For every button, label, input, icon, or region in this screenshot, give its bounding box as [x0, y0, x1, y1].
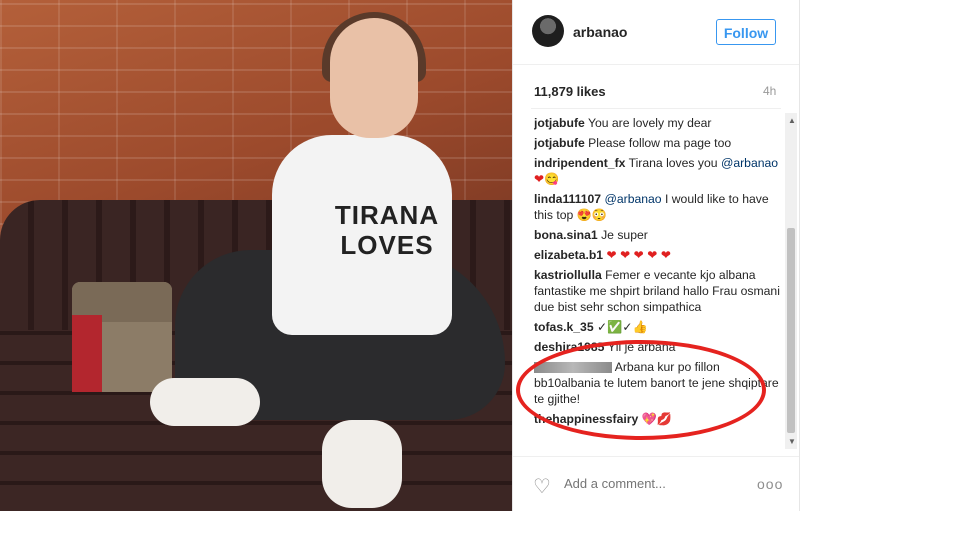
comment-user[interactable]: linda111107 — [534, 192, 601, 206]
comment-text: Je super — [601, 228, 648, 242]
divider — [531, 108, 781, 109]
more-options-icon[interactable]: ooo — [757, 476, 783, 492]
comment-user[interactable]: bona.sina1 — [534, 228, 598, 242]
add-comment-input[interactable] — [562, 475, 756, 492]
comment-text: You are lovely my dear — [587, 116, 712, 130]
list-item: tofas.k_35 ✓✅✓👍 — [534, 319, 784, 335]
comment-mention[interactable]: @arbanao — [721, 156, 778, 170]
follow-button[interactable]: Follow — [716, 19, 776, 45]
comment-user[interactable]: indripendent_fx — [534, 156, 625, 170]
list-item: elizabeta.b1 ❤ ❤ ❤ ❤ ❤ — [534, 247, 784, 263]
right-sneaker — [322, 420, 402, 508]
comment-text: Please follow ma page too — [588, 136, 732, 150]
post-time: 4h — [763, 84, 777, 98]
list-item: bona.sina1 Je super — [534, 227, 784, 243]
scroll-up-icon[interactable]: ▲ — [788, 116, 796, 125]
comments-list: jotjabufe You are lovely my dear jotjabu… — [534, 115, 784, 445]
comment-user[interactable]: jotjabufe — [534, 136, 585, 150]
heart-outline-icon[interactable]: ♡ — [533, 474, 551, 499]
list-item: deshira1985 Yll je arbana — [534, 339, 784, 355]
comment-text: Tirana loves you — [628, 156, 718, 170]
post-side-panel: arbanao Follow 11,879 likes 4h jotjabufe… — [512, 0, 800, 511]
comment-user[interactable]: deshira1985 — [534, 340, 604, 354]
redacted-username — [534, 362, 612, 374]
left-sneaker — [150, 378, 260, 426]
username[interactable]: arbanao — [573, 24, 627, 40]
shirt-print-line-2: LOVES — [340, 230, 434, 260]
post-header: arbanao Follow — [513, 0, 799, 65]
likes-count[interactable]: 11,879 likes — [534, 84, 606, 99]
list-item: jotjabufe Please follow ma page too — [534, 135, 784, 151]
comment-user[interactable]: thehappinessfairy — [534, 412, 638, 426]
comment-user[interactable]: elizabeta.b1 — [534, 248, 603, 262]
list-item: thehappinessfairy 💖💋 — [534, 411, 784, 427]
comment-footer: ♡ ooo — [513, 456, 799, 511]
scrollbar-thumb[interactable] — [787, 228, 795, 433]
comment-emoji: ❤😋 — [534, 172, 560, 186]
scroll-down-icon[interactable]: ▼ — [788, 437, 796, 446]
comment-emoji: 😍😳 — [576, 208, 608, 222]
list-item: Arbana kur po fillon bb10albania te lute… — [534, 359, 784, 407]
comment-emoji: ✓✅✓👍 — [597, 320, 648, 334]
post-photo[interactable]: TIRANA LOVES — [0, 0, 512, 511]
comment-user[interactable]: kastriollulla — [534, 268, 602, 282]
shirt-print-line-1: TIRANA — [334, 200, 440, 230]
list-item: linda111107 @arbanao I would like to hav… — [534, 191, 784, 223]
list-item: kastriollulla Femer e vecante kjo albana… — [534, 267, 784, 315]
shirt-print: TIRANA LOVES — [322, 200, 452, 260]
comment-mention[interactable]: @arbanao — [604, 192, 661, 206]
comment-emoji: 💖💋 — [641, 412, 673, 426]
list-item: jotjabufe You are lovely my dear — [534, 115, 784, 131]
comment-emoji: ❤ ❤ ❤ ❤ ❤ — [606, 248, 672, 262]
person-head — [330, 18, 418, 138]
list-item: indripendent_fx Tirana loves you @arbana… — [534, 155, 784, 187]
comment-text: Yll je arbana — [607, 340, 676, 354]
handbag-stripe — [72, 315, 102, 392]
comment-user[interactable]: tofas.k_35 — [534, 320, 594, 334]
comment-user[interactable]: jotjabufe — [534, 116, 585, 130]
avatar[interactable] — [532, 15, 564, 47]
